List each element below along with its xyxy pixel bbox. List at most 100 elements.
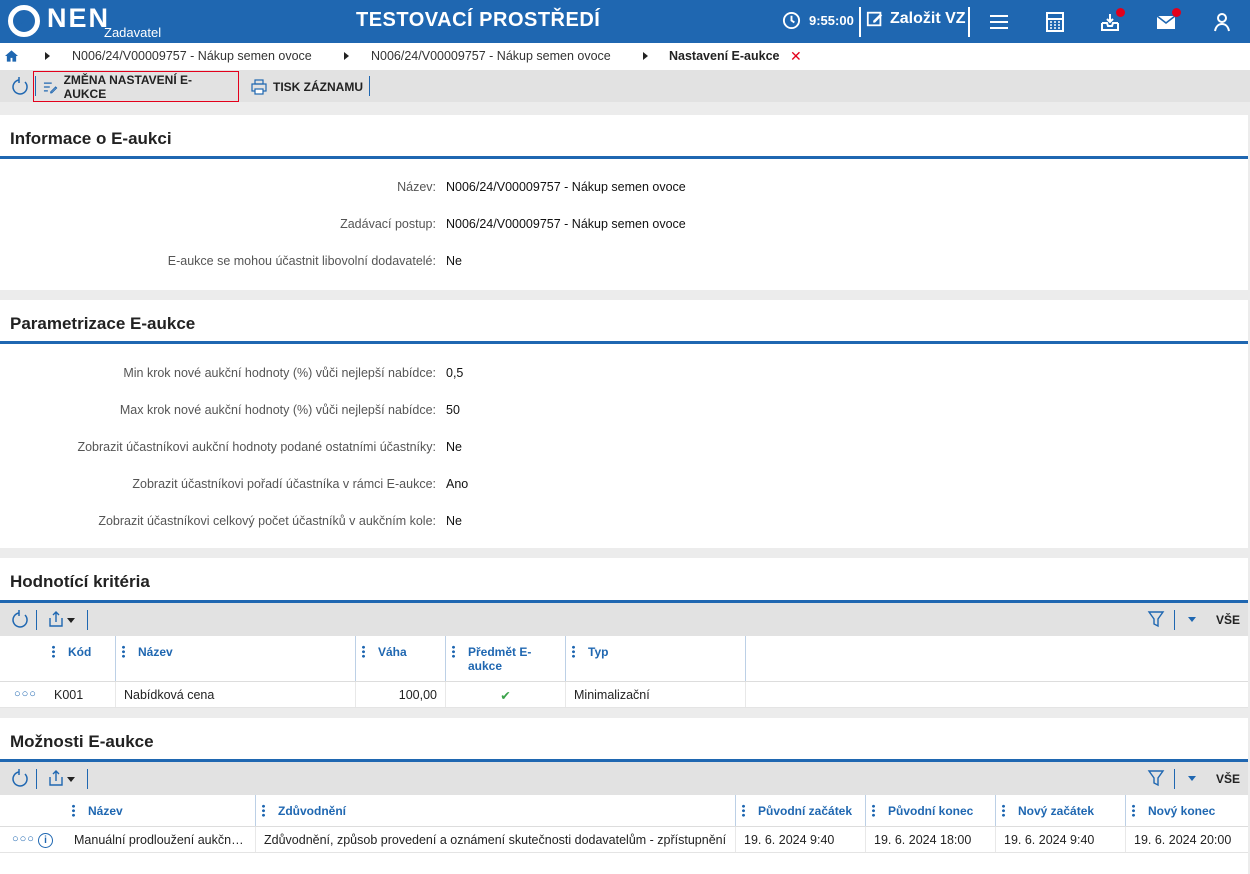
toolbar-divider	[1174, 769, 1175, 789]
field-value: Ano	[446, 477, 469, 491]
table-row[interactable]: ○○○ K001 Nabídková cena 100,00 ✔ Minimal…	[0, 682, 1248, 708]
user-button[interactable]	[1211, 11, 1233, 33]
breadcrumb-separator-icon	[643, 52, 648, 60]
column-header-novy-zacatek[interactable]: Nový začátek	[996, 795, 1126, 826]
breadcrumb: N006/24/V00009757 - Nákup semen ovoce N0…	[0, 43, 1250, 70]
chevron-down-icon[interactable]	[1188, 776, 1196, 781]
field-row: Zobrazit účastníkovi celkový počet účast…	[0, 514, 1248, 534]
column-header-novy-konec[interactable]: Nový konec	[1126, 795, 1248, 826]
filter-icon[interactable]	[1147, 610, 1165, 628]
field-label: Zobrazit účastníkovi pořadí účastníka v …	[132, 477, 436, 491]
calculator-button[interactable]	[1044, 11, 1066, 33]
cell-vaha: 100,00	[356, 682, 446, 707]
divider	[859, 7, 861, 37]
info-icon[interactable]: i	[38, 833, 53, 848]
column-header-kod[interactable]: Kód	[46, 636, 116, 681]
refresh-icon[interactable]	[11, 769, 29, 787]
toolbar-divider	[36, 610, 37, 630]
breadcrumb-item[interactable]: N006/24/V00009757 - Nákup semen ovoce	[72, 49, 312, 63]
change-auction-settings-button[interactable]: ZMĚNA NASTAVENÍ E-AUKCE	[33, 71, 239, 102]
criteria-panel: Hodnotící kritéria VŠE Kód Název Váha Př…	[0, 558, 1248, 708]
field-value: Ne	[446, 254, 462, 268]
column-header-typ[interactable]: Typ	[566, 636, 746, 681]
printer-icon	[251, 78, 267, 95]
toolbar-divider	[87, 769, 88, 789]
home-icon[interactable]	[5, 50, 18, 62]
calculator-icon	[1046, 12, 1064, 32]
session-clock: 9:55:00	[782, 11, 854, 30]
field-label: Název:	[397, 180, 436, 194]
edit-icon	[866, 11, 883, 27]
field-row: Zadávací postup: N006/24/V00009757 - Nák…	[0, 217, 1248, 237]
cell-nazev: Manuální prodloužení aukčního kola	[66, 827, 256, 852]
cell-zduvodneni: Zdůvodnění, způsob provedení a oznámení …	[256, 827, 736, 852]
print-record-label: TISK ZÁZNAMU	[273, 79, 363, 94]
section-title: Hodnotící kritéria	[0, 558, 1248, 603]
cell-nazev: Nabídková cena	[116, 682, 356, 707]
logo-mark-icon	[8, 5, 40, 37]
field-row: Název: N006/24/V00009757 - Nákup semen o…	[0, 180, 1248, 200]
column-header-nazev[interactable]: Název	[66, 795, 256, 826]
cell-novy-zacatek: 19. 6. 2024 9:40	[996, 827, 1126, 852]
column-header-vaha[interactable]: Váha	[356, 636, 446, 681]
menu-button[interactable]	[988, 11, 1010, 33]
inbox-button[interactable]	[1099, 8, 1125, 33]
field-row: Zobrazit účastníkovi pořadí účastníka v …	[0, 477, 1248, 497]
column-header-puvodni-zacatek[interactable]: Původní začátek	[736, 795, 866, 826]
create-vz-button[interactable]: Založit VZ	[866, 10, 966, 28]
row-menu-icon[interactable]: ○○○	[14, 688, 37, 700]
chevron-down-icon[interactable]	[67, 777, 75, 782]
field-value: Ne	[446, 440, 462, 454]
cell-kod: K001	[46, 682, 116, 707]
export-icon[interactable]	[47, 769, 65, 787]
field-label: Zobrazit účastníkovi aukční hodnoty poda…	[77, 440, 436, 454]
toolbar-divider	[369, 76, 370, 96]
refresh-icon[interactable]	[11, 77, 29, 95]
section-title: Parametrizace E-aukce	[0, 300, 1248, 344]
chevron-down-icon[interactable]	[1188, 617, 1196, 622]
export-icon[interactable]	[47, 610, 65, 628]
clock-icon	[782, 11, 801, 30]
breadcrumb-item[interactable]: N006/24/V00009757 - Nákup semen ovoce	[371, 49, 611, 63]
column-header-puvodni-konec[interactable]: Původní konec	[866, 795, 996, 826]
breadcrumb-separator-icon	[45, 52, 50, 60]
section-title: Možnosti E-aukce	[0, 718, 1248, 762]
create-vz-label: Založit VZ	[890, 10, 966, 27]
breadcrumb-separator-icon	[344, 52, 349, 60]
field-label: Zobrazit účastníkovi celkový počet účast…	[98, 514, 436, 528]
divider	[968, 7, 970, 37]
logo-subtitle: Zadavatel	[104, 25, 162, 40]
logo[interactable]: NEN Zadavatel	[0, 0, 300, 43]
column-header-zduvodneni[interactable]: Zdůvodnění	[256, 795, 736, 826]
close-icon[interactable]: ✕	[790, 48, 802, 65]
view-selector[interactable]: VŠE	[1216, 613, 1240, 627]
print-record-button[interactable]: TISK ZÁZNAMU	[243, 71, 371, 102]
auction-info-panel: Informace o E-aukci Název: N006/24/V0000…	[0, 115, 1248, 290]
column-header-predmet[interactable]: Předmět E-aukce	[446, 636, 566, 681]
inbox-notification-badge	[1116, 8, 1125, 17]
filter-icon[interactable]	[1147, 769, 1165, 787]
row-menu-icon[interactable]: ○○○	[12, 833, 35, 845]
messages-button[interactable]	[1155, 8, 1181, 33]
breadcrumb-current: Nastavení E-aukce	[669, 49, 780, 63]
field-value: N006/24/V00009757 - Nákup semen ovoce	[446, 180, 686, 194]
field-value: 50	[446, 403, 460, 417]
toolbar-divider	[36, 769, 37, 789]
top-bar: NEN Zadavatel TESTOVACÍ PROSTŘEDÍ 9:55:0…	[0, 0, 1250, 43]
environment-title: TESTOVACÍ PROSTŘEDÍ	[356, 9, 601, 31]
criteria-grid-toolbar: VŠE	[0, 603, 1248, 636]
column-header-nazev[interactable]: Název	[116, 636, 356, 681]
chevron-down-icon[interactable]	[67, 618, 75, 623]
options-grid-toolbar: VŠE	[0, 762, 1248, 795]
field-label: Zadávací postup:	[340, 217, 436, 231]
cell-novy-konec: 19. 6. 2024 20:00	[1134, 833, 1232, 847]
field-label: Max krok nové aukční hodnoty (%) vůči ne…	[119, 403, 436, 417]
table-row[interactable]: ○○○ i Manuální prodloužení aukčního kola…	[0, 827, 1248, 853]
action-toolbar: ZMĚNA NASTAVENÍ E-AUKCE TISK ZÁZNAMU	[0, 70, 1250, 102]
view-selector[interactable]: VŠE	[1216, 772, 1240, 786]
hamburger-icon	[990, 15, 1008, 29]
cell-puvodni-zacatek: 19. 6. 2024 9:40	[736, 827, 866, 852]
refresh-icon[interactable]	[11, 610, 29, 628]
field-row: E-aukce se mohou účastnit libovolní doda…	[0, 254, 1248, 274]
field-value: 0,5	[446, 366, 464, 380]
